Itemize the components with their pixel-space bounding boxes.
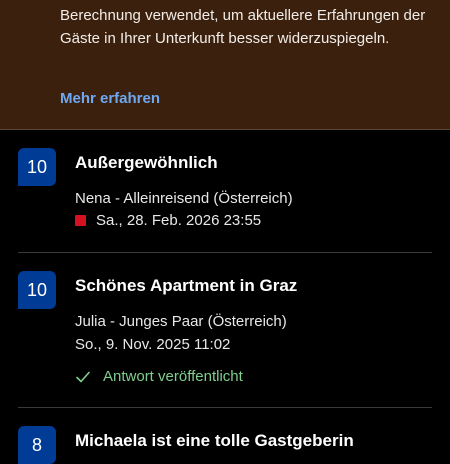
new-review-flag-icon	[75, 215, 86, 226]
score-info-notice: Berechnung verwendet, um aktuellere Erfa…	[0, 0, 450, 130]
response-status-text: Antwort veröffentlicht	[103, 368, 243, 385]
review-item[interactable]: 8 Michaela ist eine tolle Gastgeberin	[0, 408, 450, 464]
review-guest-info: Nena - Alleinreisend (Österreich)	[75, 190, 293, 207]
review-date: Sa., 28. Feb. 2026 23:55	[96, 212, 262, 229]
review-date-row: Sa., 28. Feb. 2026 23:55	[75, 212, 261, 229]
notice-text: Berechnung verwendet, um aktuellere Erfa…	[60, 7, 426, 47]
review-item[interactable]: 10 Außergewöhnlich Nena - Alleinreisend …	[0, 130, 450, 252]
review-title: Außergewöhnlich	[75, 153, 218, 172]
learn-more-link[interactable]: Mehr erfahren	[60, 90, 160, 107]
review-score-badge: 10	[18, 271, 56, 309]
response-published-status: Antwort veröffentlicht	[75, 368, 243, 385]
review-title: Michaela ist eine tolle Gastgeberin	[75, 431, 354, 450]
review-guest-info: Julia - Junges Paar (Österreich)	[75, 313, 287, 330]
review-title: Schönes Apartment in Graz	[75, 276, 298, 295]
review-score-badge: 10	[18, 148, 56, 186]
review-item[interactable]: 10 Schönes Apartment in Graz Julia - Jun…	[0, 253, 450, 407]
review-date: So., 9. Nov. 2025 11:02	[75, 336, 231, 353]
review-score-badge: 8	[18, 426, 56, 464]
check-icon	[76, 371, 90, 382]
